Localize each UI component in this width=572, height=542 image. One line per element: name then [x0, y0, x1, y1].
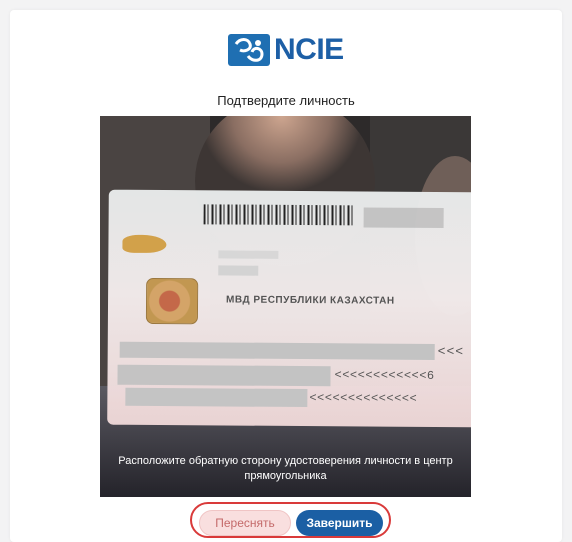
redacted-block: [363, 207, 444, 229]
chip: [145, 277, 199, 325]
map-emblem: [122, 234, 167, 254]
ncie-logo-icon: [228, 34, 270, 66]
redacted-mrz-2: [117, 364, 331, 387]
camera-hint: Расположите обратную сторону удостоверен…: [118, 455, 453, 482]
redacted-block: [218, 250, 279, 259]
retake-button[interactable]: Переснять: [199, 510, 291, 536]
finish-button[interactable]: Завершить: [296, 510, 383, 536]
redacted-mrz-1: [119, 341, 435, 360]
mrz-line-1: <<<: [437, 343, 465, 360]
logo: NCIE: [228, 30, 344, 70]
page: NCIE Подтвердите личность МВД РЕСПУБЛИКИ…: [0, 0, 572, 542]
page-title: Подтвердите личность: [217, 93, 355, 108]
mrz-line-3: <<<<<<<<<<<<<<: [309, 391, 418, 406]
logo-text: NCIE: [274, 33, 344, 66]
camera-preview: МВД РЕСПУБЛИКИ КАЗАХСТАН <<< <<<<<<<<<<<…: [100, 116, 471, 497]
barcode: [203, 204, 354, 226]
card-issuer: МВД РЕСПУБЛИКИ КАЗАХСТАН: [226, 294, 395, 307]
mrz-line-2: <<<<<<<<<<<<6: [334, 368, 435, 383]
id-card-image: МВД РЕСПУБЛИКИ КАЗАХСТАН <<< <<<<<<<<<<<…: [107, 189, 471, 428]
redacted-block: [218, 265, 259, 276]
redacted-mrz-3: [125, 387, 308, 408]
